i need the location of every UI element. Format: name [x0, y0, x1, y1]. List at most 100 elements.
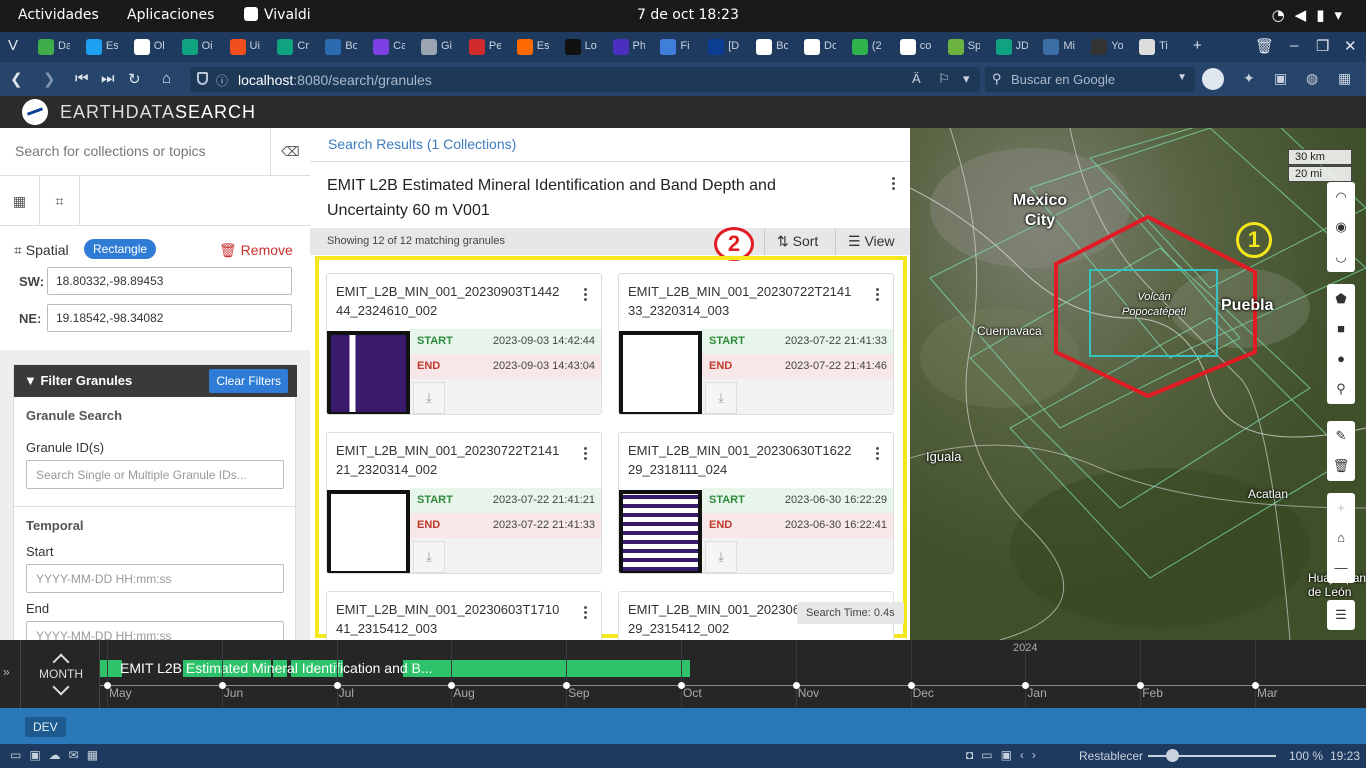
home-icon[interactable]: ⌂ [1327, 523, 1355, 553]
trash-icon[interactable]: 🗑 [1255, 37, 1274, 55]
chevron-down-icon[interactable]: ▾ [963, 71, 970, 87]
browser-tab[interactable]: Ui [228, 37, 260, 57]
zoom-in-icon[interactable]: + [1327, 493, 1355, 523]
granule-card[interactable]: EMIT_L2B_MIN_001_20230630T162229_2318111… [618, 432, 894, 574]
web-search-field[interactable]: ⚲ Buscar en Google ▼ [985, 67, 1195, 92]
granule-thumbnail[interactable] [619, 331, 702, 414]
rewind-icon[interactable]: ⏮ [75, 70, 89, 87]
layers-icon[interactable]: ☰ [1327, 600, 1355, 630]
browser-tab[interactable]: Ti [1137, 37, 1168, 57]
view-button[interactable]: ☰ View [835, 228, 907, 255]
granule-card[interactable]: EMIT_L2B_MIN_001_20230722T214121_2320314… [326, 432, 602, 574]
browser-tab[interactable]: Ol [132, 37, 165, 57]
browser-tab[interactable]: Mi [1041, 37, 1075, 57]
extension-icon[interactable]: ✦ [1243, 70, 1255, 87]
back-icon[interactable]: ❮ [10, 70, 23, 88]
collapse-timeline-icon[interactable]: » [3, 665, 10, 679]
browser-tab[interactable]: Lo [563, 37, 597, 57]
granule-ids-input[interactable]: Search Single or Multiple Granule IDs... [26, 460, 284, 489]
system-tray[interactable]: ◔◀▮▾ [1272, 6, 1352, 24]
point-icon[interactable]: ⚲ [1327, 374, 1355, 404]
browser-tab[interactable]: Es [84, 37, 118, 57]
calendar-icon[interactable]: ▦ [0, 176, 40, 226]
close-window-icon[interactable]: ✕ [1344, 37, 1357, 55]
status-panel-icons[interactable]: ▭▣☁✉▦ [10, 748, 106, 762]
more-options-icon[interactable] [889, 177, 897, 192]
breadcrumb[interactable]: Search Results (1 Collections) [328, 136, 516, 152]
projection-south-icon[interactable]: ◡ [1327, 242, 1355, 272]
globe-icon[interactable]: ◉ [1327, 212, 1355, 242]
granule-card[interactable]: EMIT_L2B_MIN_001_20230722T214133_2320314… [618, 273, 894, 415]
capture-icons[interactable]: ◘▭▣‹› [966, 748, 1044, 762]
info-icon[interactable]: ⓘ [216, 72, 228, 89]
browser-tab[interactable]: Oi [180, 37, 213, 57]
browser-tab[interactable]: Yo [1089, 37, 1123, 57]
browser-tab[interactable]: Fi [658, 37, 690, 57]
url-text[interactable]: localhost:8080/search/granules [238, 72, 432, 88]
browser-tab[interactable]: Sp [946, 37, 980, 57]
zoom-slider-handle[interactable] [1166, 749, 1179, 762]
url-bar[interactable]: ⓘ localhost:8080/search/granules Ä ⚐ ▾ [190, 67, 980, 92]
minimize-icon[interactable]: – [1290, 37, 1298, 54]
browser-tab[interactable]: co [898, 37, 931, 57]
download-icon[interactable]: ⤓ [413, 382, 445, 414]
more-options-icon[interactable] [873, 288, 881, 303]
eraser-icon[interactable]: ⌫ [270, 128, 310, 176]
start-date-input[interactable]: YYYY-MM-DD HH:mm:ss [26, 564, 284, 593]
browser-tab[interactable]: Gi [419, 37, 452, 57]
granule-card[interactable]: EMIT_L2B_MIN_001_20230903T144244_2324610… [326, 273, 602, 415]
collection-search-input[interactable]: Search for collections or topics [15, 143, 206, 159]
polygon-icon[interactable]: ⬟ [1327, 284, 1355, 314]
translate-icon[interactable]: Ä [912, 71, 921, 86]
granule-thumbnail[interactable] [619, 490, 702, 573]
browser-tab[interactable]: Do [802, 37, 836, 57]
timeline-granule-bar[interactable] [100, 660, 122, 677]
circle-icon[interactable]: ● [1327, 344, 1355, 374]
browser-tab[interactable]: [D [706, 37, 739, 57]
extension-icon[interactable]: ◍ [1306, 70, 1318, 87]
extension-icon[interactable]: ▦ [1338, 70, 1351, 87]
zoom-down-icon[interactable] [52, 678, 70, 696]
home-icon[interactable]: ⌂ [162, 70, 171, 87]
edit-icon[interactable]: ✎ [1327, 421, 1355, 451]
map-view[interactable]: Mexico City Volcán Popocatépetl Puebla C… [910, 128, 1366, 640]
browser-tab[interactable]: Pe [467, 37, 501, 57]
activities-button[interactable]: Actividades [18, 7, 99, 23]
bookmark-icon[interactable]: ⚐ [938, 71, 950, 87]
granule-thumbnail[interactable] [327, 331, 410, 414]
timeline-granule-bar[interactable] [403, 660, 690, 677]
more-options-icon[interactable] [581, 447, 589, 462]
browser-tab[interactable]: Es [515, 37, 549, 57]
browser-tab[interactable]: (2 [850, 37, 882, 57]
app-brand[interactable]: EARTHDATASEARCH [60, 102, 256, 123]
clear-filters-button[interactable]: Clear Filters [209, 369, 288, 393]
sw-input[interactable]: 18.80332,-98.89453 [47, 267, 292, 295]
chevron-down-icon[interactable]: ▼ [1177, 72, 1187, 83]
download-icon[interactable]: ⤓ [413, 541, 445, 573]
browser-tab[interactable]: JD [994, 37, 1028, 57]
browser-tab[interactable]: Ph [611, 37, 645, 57]
browser-tab[interactable]: Da [36, 37, 70, 57]
browser-tab[interactable]: Cr [275, 37, 309, 57]
nasa-logo[interactable] [22, 99, 48, 125]
vivaldi-menu-icon[interactable]: V [8, 37, 18, 54]
browser-tab[interactable]: Bo [323, 37, 357, 57]
fast-forward-icon[interactable]: ⏭ [101, 70, 115, 87]
more-options-icon[interactable] [581, 606, 589, 621]
crop-icon[interactable]: ⌗ [40, 176, 80, 226]
profile-avatar-icon[interactable] [1202, 68, 1224, 90]
reload-icon[interactable]: ↻ [128, 70, 141, 88]
forward-icon[interactable]: ❯ [43, 70, 56, 88]
projection-north-icon[interactable]: ◠ [1327, 182, 1355, 212]
remove-spatial-button[interactable]: 🗑 Remove [219, 242, 293, 259]
download-icon[interactable]: ⤓ [705, 382, 737, 414]
applications-menu[interactable]: Aplicaciones [127, 7, 214, 23]
reset-zoom-button[interactable]: Restablecer [1079, 749, 1143, 763]
zoom-out-icon[interactable]: — [1327, 553, 1355, 583]
rectangle-icon[interactable]: ■ [1327, 314, 1355, 344]
granule-card[interactable]: EMIT_L2B_MIN_001_20230603T171041_2315412… [326, 591, 602, 640]
new-tab-icon[interactable]: + [1193, 37, 1202, 54]
vivaldi-app-menu[interactable]: Vivaldi [244, 7, 311, 23]
more-options-icon[interactable] [581, 288, 589, 303]
trash-icon[interactable]: 🗑 [1327, 451, 1355, 481]
